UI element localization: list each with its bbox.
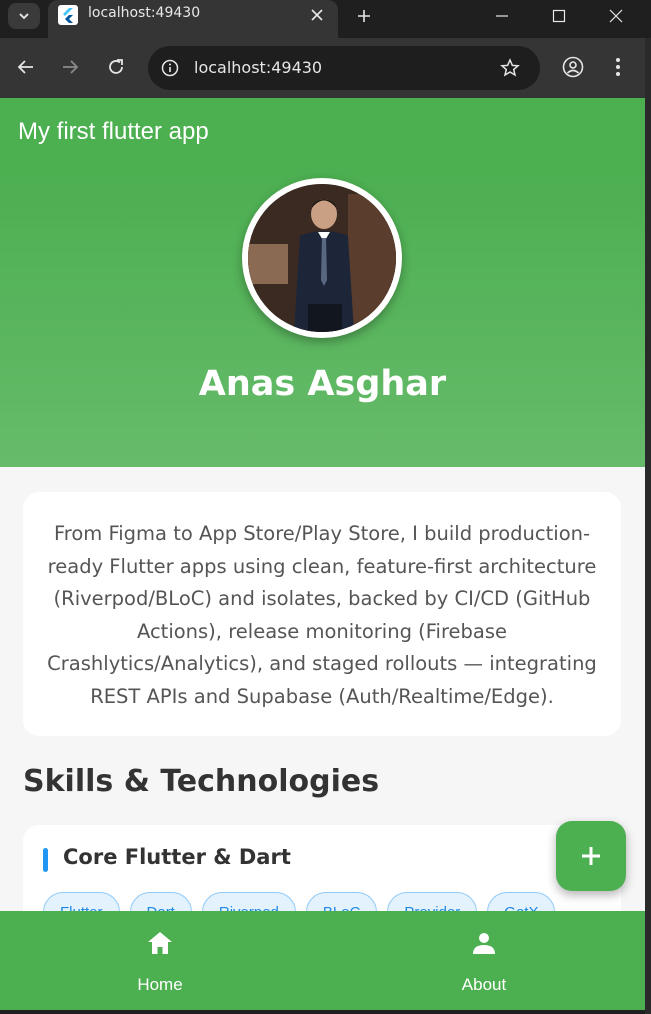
tab-title: localhost:49430 [88, 5, 201, 21]
add-fab-button[interactable] [556, 821, 626, 891]
minimize-icon [496, 15, 508, 17]
info-icon [161, 59, 179, 77]
flutter-favicon [58, 5, 78, 25]
back-icon [17, 60, 33, 74]
app-title: My first flutter app [18, 118, 209, 145]
plus-icon [358, 10, 370, 22]
tab-search-button[interactable] [8, 3, 40, 29]
browser-tab-bar: localhost:49430 [0, 0, 651, 38]
profile-header: Anas Asghar [0, 168, 645, 467]
url-text[interactable]: localhost:49430 [194, 58, 322, 77]
reload-button[interactable] [104, 55, 128, 79]
bio-card: From Figma to App Store/Play Store, I bu… [23, 492, 621, 736]
accent-bar [43, 848, 48, 872]
browser-menu-button[interactable] [606, 55, 630, 79]
window-close-button[interactable] [598, 4, 634, 28]
avatar [248, 184, 396, 332]
reload-icon [109, 59, 123, 74]
bookmark-button[interactable] [498, 56, 522, 80]
site-info-button[interactable] [158, 56, 182, 80]
address-bar[interactable]: localhost:49430 [148, 46, 540, 90]
nav-label-about: About [461, 975, 507, 994]
home-icon [148, 932, 172, 954]
star-icon [500, 58, 520, 77]
nav-item-about[interactable]: About [404, 931, 564, 995]
close-icon [311, 9, 323, 21]
plus-icon [582, 847, 600, 865]
forward-icon [63, 60, 79, 74]
profile-name: Anas Asghar [198, 364, 447, 404]
browser-toolbar: localhost:49430 [0, 38, 645, 98]
bottom-navigation-bar: Home About [0, 911, 645, 1010]
profile-button[interactable] [561, 55, 585, 79]
back-button[interactable] [14, 55, 38, 79]
forward-button[interactable] [58, 55, 82, 79]
maximize-icon [552, 9, 566, 23]
skill-card-title: Core Flutter & Dart [63, 845, 291, 869]
nav-label-home: Home [137, 975, 183, 994]
window-edge [645, 38, 651, 1014]
window-close-icon [609, 9, 623, 23]
app-viewport[interactable]: My first flutter app Anas Asghar From Fi… [0, 98, 645, 1010]
maximize-button[interactable] [541, 4, 577, 28]
profile-icon [562, 56, 584, 78]
avatar-frame [242, 178, 402, 338]
chevron-down-icon [19, 13, 29, 20]
close-tab-button[interactable] [306, 4, 328, 26]
bio-text: From Figma to App Store/Play Store, I bu… [47, 522, 597, 708]
more-icon [616, 58, 620, 76]
person-icon [473, 933, 495, 954]
skills-heading: Skills & Technologies [23, 764, 380, 799]
browser-tab[interactable]: localhost:49430 [48, 0, 338, 38]
minimize-button[interactable] [484, 4, 520, 28]
app-bar: My first flutter app [0, 98, 645, 168]
new-tab-button[interactable] [352, 4, 376, 28]
nav-item-home[interactable]: Home [80, 931, 240, 995]
